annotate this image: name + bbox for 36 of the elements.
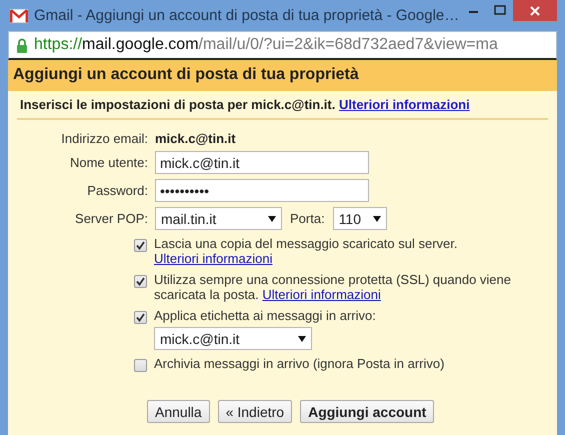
checkbox[interactable]	[134, 311, 147, 324]
caret-icon	[372, 216, 381, 222]
option-text: Archivia messaggi in arrivo (ignora Posta in arrivo)	[154, 356, 446, 371]
port-dropdown[interactable]: 110	[332, 207, 387, 230]
field-label: Nome utente:	[68, 155, 148, 170]
checkbox[interactable]	[134, 275, 147, 288]
maximize-icon	[494, 5, 506, 15]
password-field[interactable]: ••••••••••	[155, 179, 369, 202]
option-text: Lascia una copia del messaggio scaricato sul server. Ulteriori informazioni	[154, 236, 458, 266]
dialog-button[interactable]: Aggiungi account	[300, 400, 434, 423]
field-label: Porta:	[290, 211, 325, 226]
server-dropdown[interactable]: mail.tin.it	[155, 207, 282, 230]
dialog-button[interactable]: Annulla	[147, 400, 210, 423]
caret-icon	[268, 216, 276, 222]
intro-text: Inserisci le impostazioni di posta per mick.c@tin.it. Ulteriori informazioni	[20, 97, 470, 112]
checkbox[interactable]	[134, 359, 147, 372]
username-field[interactable]: mick.c@tin.it	[155, 151, 369, 174]
mail-logo-icon	[10, 8, 28, 22]
field-label: Password:	[86, 183, 148, 198]
more-info-link[interactable]: Ulteriori informazioni	[154, 251, 272, 266]
caret-icon	[298, 336, 306, 342]
field-label: Server POP:	[74, 211, 148, 226]
option-text: Utilizza sempre una connessione protetta (SSL) quando viene scaricata la posta. Ulteriori informazioni	[154, 272, 512, 302]
checkbox[interactable]	[134, 239, 147, 252]
dialog-title: Aggiungi un account di posta di tua proprietà	[8, 60, 557, 91]
more-info-link[interactable]: Ulteriori informazioni	[262, 287, 381, 302]
close-icon	[529, 4, 541, 16]
window-title: Gmail - Aggiungi un account di posta di tua proprietà - Google…	[34, 7, 460, 24]
close-button[interactable]	[513, 0, 557, 21]
label-dropdown[interactable]: mick.c@tin.it	[154, 327, 312, 350]
dialog-button[interactable]: « Indietro	[218, 400, 292, 423]
more-info-link[interactable]: Ulteriori informazioni	[338, 97, 470, 112]
field-label: Indirizzo email:	[60, 131, 148, 146]
option-text: Applica etichetta ai messaggi in arrivo:	[154, 308, 377, 323]
address-bar[interactable]: https://mail.google.com/mail/u/0/?ui=2&ik=68d732aed7&view=ma	[8, 31, 557, 60]
email-value: mick.c@tin.it	[155, 131, 236, 146]
